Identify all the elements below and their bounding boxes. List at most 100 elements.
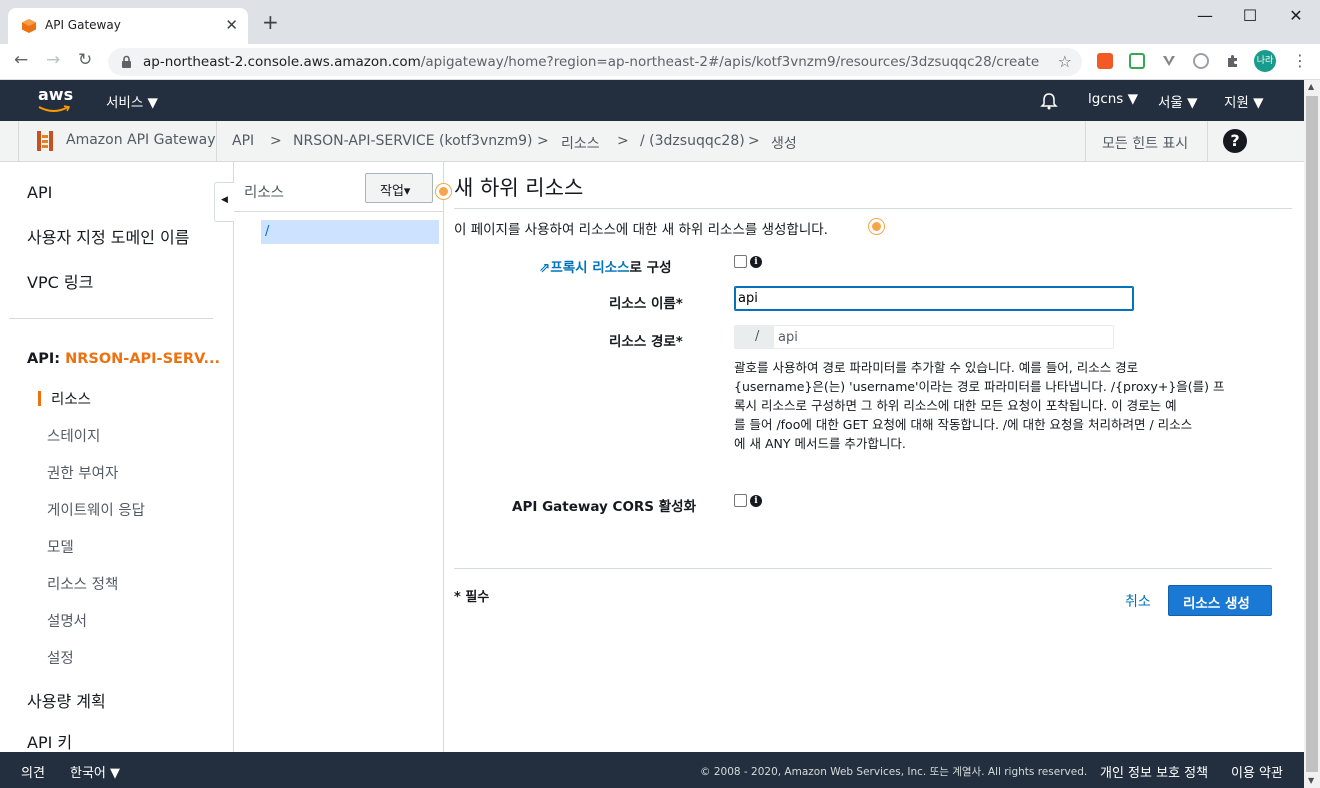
help-line: 를 들어 /foo에 대한 GET 요청에 대해 작동합니다. /에 대한 요청… xyxy=(734,417,1193,432)
browser-tabstrip: API Gateway ✕ + — ☐ ✕ xyxy=(0,0,1320,44)
tree-item-root-label: / xyxy=(265,224,270,239)
sidebar-item-vpc-links[interactable]: VPC 링크 xyxy=(27,269,93,293)
sidebar-item-gateway-responses[interactable]: 게이트웨이 응답 xyxy=(47,499,145,520)
sidebar-item-authorizers[interactable]: 권한 부여자 xyxy=(47,462,118,483)
aws-footer: 의견 한국어 ▼ © 2008 - 2020, Amazon Web Servi… xyxy=(0,752,1304,788)
account-menu[interactable]: lgcns ▼ xyxy=(1088,91,1138,107)
collapse-sidebar-button[interactable]: ◀ xyxy=(214,182,234,222)
breadcrumb-resource-id[interactable]: / (3dzsuqqc28) xyxy=(640,133,745,149)
page-title: 새 하위 리소스 xyxy=(454,176,584,200)
path-help-text: 괄호를 사용하여 경로 파라미터를 추가할 수 있습니다. 예를 들어, 리소스… xyxy=(734,358,1279,453)
sidebar-item-api-keys[interactable]: API 키 xyxy=(27,729,72,753)
extension-icon[interactable] xyxy=(1161,53,1177,69)
resource-path-field[interactable]: / api xyxy=(734,325,1114,349)
create-resource-label: 리소스 생성 xyxy=(1183,596,1250,612)
help-icon[interactable]: ? xyxy=(1223,129,1247,153)
resource-name-input[interactable] xyxy=(734,286,1134,311)
hint-beacon-icon[interactable] xyxy=(869,219,884,234)
sidebar-api-title[interactable]: API: NRSON-API-SERV... xyxy=(27,351,220,367)
create-resource-form: 새 하위 리소스 이 페이지를 사용하여 리소스에 대한 새 하위 리소스를 생… xyxy=(444,162,1304,752)
path-prefix-box: / xyxy=(735,326,774,348)
breadcrumb-create: 생성 xyxy=(771,136,797,152)
forward-arrow-icon[interactable]: → xyxy=(46,50,60,70)
info-icon[interactable]: i xyxy=(750,495,762,507)
address-bar[interactable]: ap-northeast-2.console.aws.amazon.com/ap… xyxy=(108,48,1082,76)
show-all-hints-button[interactable]: 모든 힌트 표시 xyxy=(1085,121,1208,161)
cancel-button[interactable]: 취소 xyxy=(1125,591,1151,611)
breadcrumb-bar: Amazon API Gateway API > NRSON-API-SERVI… xyxy=(0,121,1304,162)
resource-path-label: 리소스 경로* xyxy=(609,334,683,350)
feedback-link[interactable]: 의견 xyxy=(21,762,45,781)
aws-logo[interactable]: aws xyxy=(38,85,73,104)
sidebar-item-stages[interactable]: 스테이지 xyxy=(47,425,100,446)
window-close-icon[interactable]: ✕ xyxy=(1273,6,1319,25)
scroll-down-icon[interactable]: ▼ xyxy=(1308,776,1314,785)
tab-title: API Gateway xyxy=(45,18,121,32)
sidebar-item-usage-plans[interactable]: 사용량 계획 xyxy=(27,688,106,712)
extension-icon[interactable] xyxy=(1193,53,1209,69)
aws-header: aws 서비스 ▼ lgcns ▼ 서울 ▼ 지원 ▼ xyxy=(0,80,1304,121)
puzzle-extensions-icon[interactable] xyxy=(1225,53,1241,69)
tree-item-root[interactable]: / xyxy=(261,220,439,244)
browser-tab[interactable]: API Gateway ✕ xyxy=(8,8,248,44)
breadcrumb-api-name[interactable]: NRSON-API-SERVICE (kotf3vnzm9) xyxy=(293,133,532,149)
help-line: 에 새 ANY 메서드를 추가합니다. xyxy=(734,436,906,451)
terms-link[interactable]: 이용 약관 xyxy=(1231,762,1283,781)
lock-icon xyxy=(122,55,131,68)
privacy-link[interactable]: 개인 정보 보호 정책 xyxy=(1100,762,1208,781)
profile-avatar[interactable]: 나라 xyxy=(1254,50,1276,72)
region-menu[interactable]: 서울 ▼ xyxy=(1158,91,1198,111)
tab-close-icon[interactable]: ✕ xyxy=(225,16,238,34)
breadcrumb-separator: > xyxy=(270,133,282,149)
scrollbar-thumb[interactable] xyxy=(1306,96,1318,772)
active-indicator xyxy=(38,391,41,406)
required-note: * 필수 xyxy=(454,590,490,605)
bell-icon[interactable] xyxy=(1040,92,1058,110)
proxy-resource-link[interactable]: 프록시 리소스 xyxy=(550,260,629,276)
left-sidebar: API 사용자 지정 도메인 이름 VPC 링크 API: NRSON-API-… xyxy=(0,162,234,752)
back-arrow-icon[interactable]: ← xyxy=(14,50,28,70)
tree-divider xyxy=(234,211,444,212)
title-divider xyxy=(454,208,1292,209)
extension-icon[interactable] xyxy=(1097,53,1113,69)
help-line: 괄호를 사용하여 경로 파라미터를 추가할 수 있습니다. 예를 들어, 리소스… xyxy=(734,360,1139,375)
extension-icon[interactable] xyxy=(1129,53,1145,69)
breadcrumb-resources[interactable]: 리소스 xyxy=(561,133,600,153)
service-home-link[interactable]: Amazon API Gateway xyxy=(18,121,217,161)
sidebar-item-settings[interactable]: 설정 xyxy=(47,647,74,668)
language-selector[interactable]: 한국어 ▼ xyxy=(70,762,120,781)
browser-menu-icon[interactable]: ⋮ xyxy=(1292,51,1308,70)
help-line: {username}은(는) 'username'이라는 경로 파라미터를 나타… xyxy=(734,379,1225,394)
cors-checkbox[interactable] xyxy=(734,494,747,507)
services-menu[interactable]: 서비스 ▼ xyxy=(106,91,158,111)
sidebar-divider xyxy=(9,318,213,319)
bookmark-star-icon[interactable]: ☆ xyxy=(1058,52,1072,71)
reload-icon[interactable]: ↻ xyxy=(78,50,92,70)
path-value: api xyxy=(778,330,798,345)
create-resource-button[interactable]: 리소스 생성 xyxy=(1168,585,1272,616)
url-text: ap-northeast-2.console.aws.amazon.com/ap… xyxy=(143,54,1040,70)
proxy-resource-checkbox[interactable] xyxy=(734,255,747,268)
sidebar-item-custom-domains[interactable]: 사용자 지정 도메인 이름 xyxy=(27,224,189,248)
maximize-icon[interactable]: ☐ xyxy=(1227,6,1273,25)
support-menu[interactable]: 지원 ▼ xyxy=(1224,91,1264,111)
api-gateway-favicon-icon xyxy=(22,19,36,33)
external-link-icon: ⇗ xyxy=(539,260,551,276)
scroll-up-icon[interactable]: ▲ xyxy=(1308,82,1314,91)
actions-label: 작업▾ xyxy=(380,184,411,199)
minimize-icon[interactable]: — xyxy=(1182,6,1228,25)
new-tab-button[interactable]: + xyxy=(262,12,279,32)
actions-button[interactable]: 작업▾ xyxy=(365,173,433,203)
resource-tree-panel: 리소스 작업▾ / xyxy=(234,162,444,752)
sidebar-item-documentation[interactable]: 설명서 xyxy=(47,610,87,631)
sidebar-item-resource-policy[interactable]: 리소스 정책 xyxy=(47,573,118,594)
breadcrumb-api[interactable]: API xyxy=(232,133,254,149)
sidebar-item-models[interactable]: 모델 xyxy=(47,536,74,557)
sidebar-item-apis[interactable]: API xyxy=(27,183,52,202)
info-icon[interactable]: i xyxy=(750,256,762,268)
page-scrollbar[interactable]: ▲ ▼ xyxy=(1304,80,1320,788)
service-name: Amazon API Gateway xyxy=(66,132,216,148)
breadcrumb-separator: > xyxy=(748,133,760,149)
sidebar-item-resources[interactable]: 리소스 xyxy=(51,388,91,409)
resource-tree-header: 리소스 xyxy=(244,185,285,201)
